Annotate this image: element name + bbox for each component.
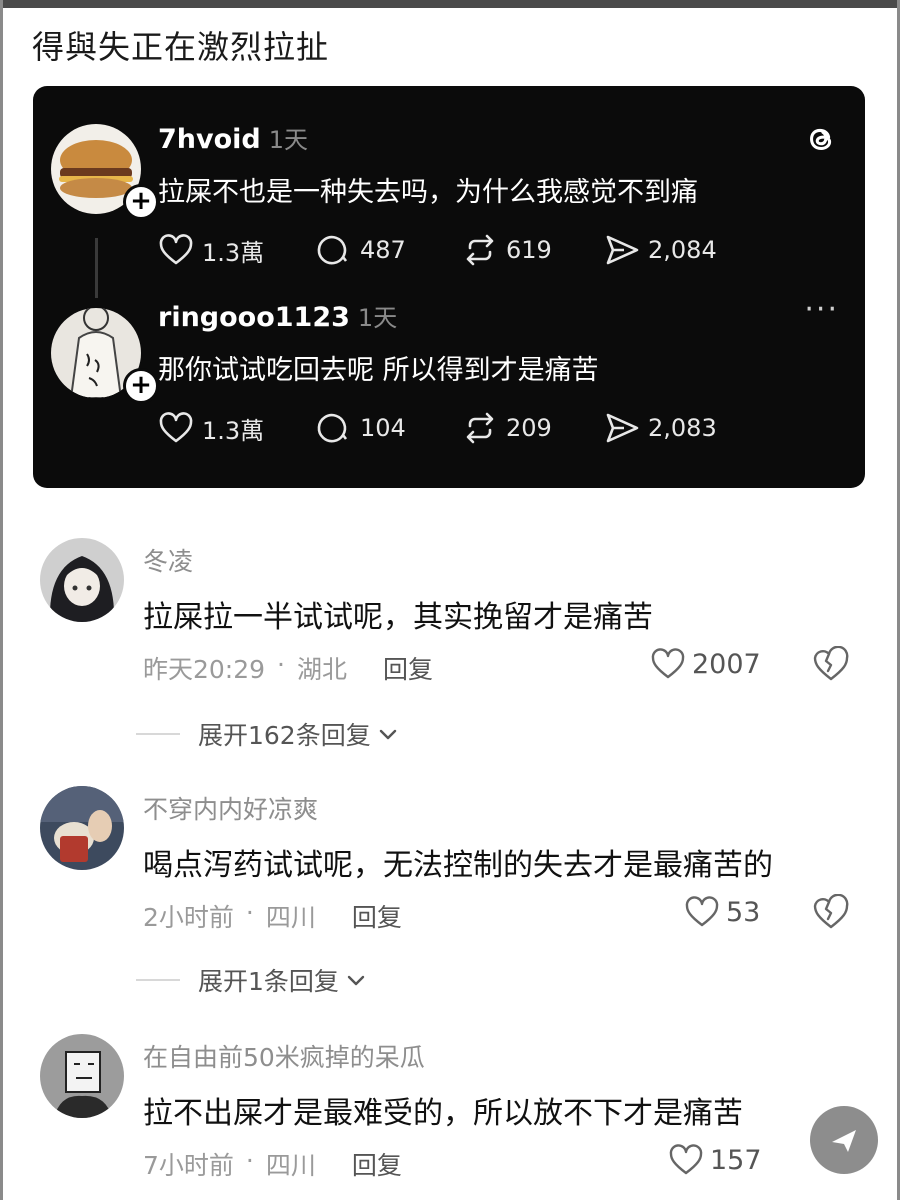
comment-like-button[interactable]: 2007	[650, 646, 761, 682]
comment-meta: 2小时前 · 四川 回复	[143, 898, 402, 934]
like-button[interactable]: 1.3萬	[158, 410, 316, 446]
share-count: 2,083	[648, 414, 717, 442]
post-username[interactable]: 7hvoid	[158, 124, 261, 155]
share-count: 2,084	[648, 236, 717, 264]
threads-logo-icon	[810, 128, 832, 151]
commenter-name[interactable]: 冬凌	[143, 542, 193, 578]
follow-plus-icon[interactable]: +	[123, 184, 159, 220]
comment-text: 拉屎拉一半试试呢，其实挽留才是痛苦	[143, 600, 653, 635]
avatar[interactable]	[40, 786, 124, 870]
like-button[interactable]: 1.3萬	[158, 232, 316, 268]
meta-separator: ·	[277, 650, 285, 679]
comment-like-button[interactable]: 53	[684, 894, 760, 930]
comment-time: 昨天20:29	[143, 655, 266, 684]
page-title: 得與失正在激烈拉扯	[32, 28, 330, 66]
speech-bubble-icon	[317, 235, 348, 265]
expand-divider	[136, 733, 180, 735]
heart-icon	[685, 896, 719, 927]
comment-time: 2小时前	[143, 903, 234, 932]
repost-icon	[466, 234, 494, 266]
post-time: 1天	[268, 126, 309, 154]
comment-meta: 昨天20:29 · 湖北 回复	[143, 650, 433, 686]
follow-plus-icon[interactable]: +	[123, 368, 159, 404]
commenter-name[interactable]: 不穿内内好凉爽	[143, 790, 318, 826]
heart-icon	[669, 1144, 703, 1175]
broken-heart-icon[interactable]	[812, 894, 850, 932]
reply-count: 487	[360, 236, 406, 264]
reply-button[interactable]: 回复	[383, 650, 433, 686]
comment-location: 四川	[265, 1151, 316, 1180]
left-frame-edge	[0, 0, 3, 1200]
top-edge-bar	[0, 0, 900, 8]
post-text: 拉屎不也是一种失去吗，为什么我感觉不到痛	[158, 177, 698, 208]
post-author[interactable]: ringooo1123 1天	[158, 298, 397, 333]
like-count: 1.3萬	[202, 238, 265, 267]
expand-label: 展开162条回复	[198, 721, 371, 750]
heart-icon	[651, 648, 685, 679]
threads-post-card: + 7hvoid 1天 拉屎不也是一种失去吗，为什么我感觉不到痛 1.3萬 487…	[33, 86, 865, 488]
anime-avatar-image	[40, 538, 124, 622]
heart-icon	[159, 234, 193, 265]
comment-text: 拉不出屎才是最难受的，所以放不下才是痛苦	[143, 1096, 743, 1131]
like-count: 2007	[692, 648, 761, 680]
chevron-down-icon	[379, 729, 396, 740]
post-actions: 1.3萬 104 209 2,083	[158, 408, 717, 448]
sketch-avatar-image	[40, 1034, 124, 1118]
send-icon	[606, 413, 639, 443]
post-author[interactable]: 7hvoid 1天	[158, 120, 308, 155]
comment-location: 湖北	[297, 655, 348, 684]
comment-meta: 7小时前 · 四川 回复	[143, 1146, 402, 1182]
more-options-icon[interactable]: ···	[804, 292, 839, 327]
broken-heart-icon[interactable]	[812, 646, 850, 684]
heart-icon	[159, 412, 193, 443]
like-count: 1.3萬	[202, 416, 265, 445]
photo-avatar-image	[40, 786, 124, 870]
repost-count: 209	[506, 414, 552, 442]
like-count: 53	[726, 896, 761, 928]
floating-action-button[interactable]	[810, 1106, 878, 1174]
avatar-wrapper[interactable]: +	[51, 308, 159, 404]
post-text: 那你试试吃回去呢 所以得到才是痛苦	[158, 355, 599, 386]
share-button[interactable]: 2,083	[604, 410, 717, 446]
avatar[interactable]	[40, 538, 124, 622]
expand-replies-button[interactable]: 展开1条回复	[136, 962, 367, 998]
share-button[interactable]: 2,084	[604, 232, 717, 268]
comment-text: 喝点泻药试试呢，无法控制的失去才是最痛苦的	[143, 848, 773, 883]
expand-replies-button[interactable]: 展开162条回复	[136, 716, 399, 752]
avatar-wrapper[interactable]: +	[51, 124, 159, 220]
repost-count: 619	[506, 236, 552, 264]
expand-label: 展开1条回复	[198, 967, 339, 996]
reply-button[interactable]: 104	[316, 410, 462, 446]
comment-like-button[interactable]: 157	[668, 1142, 762, 1178]
post-time: 1天	[357, 304, 398, 332]
comment-location: 四川	[265, 903, 316, 932]
reply-button[interactable]: 回复	[352, 898, 402, 934]
post-username[interactable]: ringooo1123	[158, 302, 350, 333]
thread-connector-line	[95, 238, 98, 298]
meta-separator: ·	[245, 1146, 254, 1175]
commenter-name[interactable]: 在自由前50米疯掉的呆瓜	[143, 1038, 425, 1074]
post-actions: 1.3萬 487 619 2,084	[158, 230, 717, 270]
avatar[interactable]	[40, 1034, 124, 1118]
send-icon	[606, 235, 639, 265]
chevron-down-icon	[347, 975, 365, 986]
comment-time: 7小时前	[143, 1151, 234, 1180]
expand-divider	[136, 979, 180, 981]
repost-button[interactable]: 619	[462, 232, 604, 268]
reply-button[interactable]: 487	[316, 232, 462, 268]
repost-icon	[466, 412, 494, 444]
speech-bubble-icon	[317, 413, 348, 443]
repost-button[interactable]: 209	[462, 410, 604, 446]
like-count: 157	[710, 1144, 762, 1176]
reply-button[interactable]: 回复	[352, 1146, 402, 1182]
send-plane-icon	[832, 1130, 856, 1152]
meta-separator: ·	[245, 898, 254, 927]
reply-count: 104	[360, 414, 406, 442]
